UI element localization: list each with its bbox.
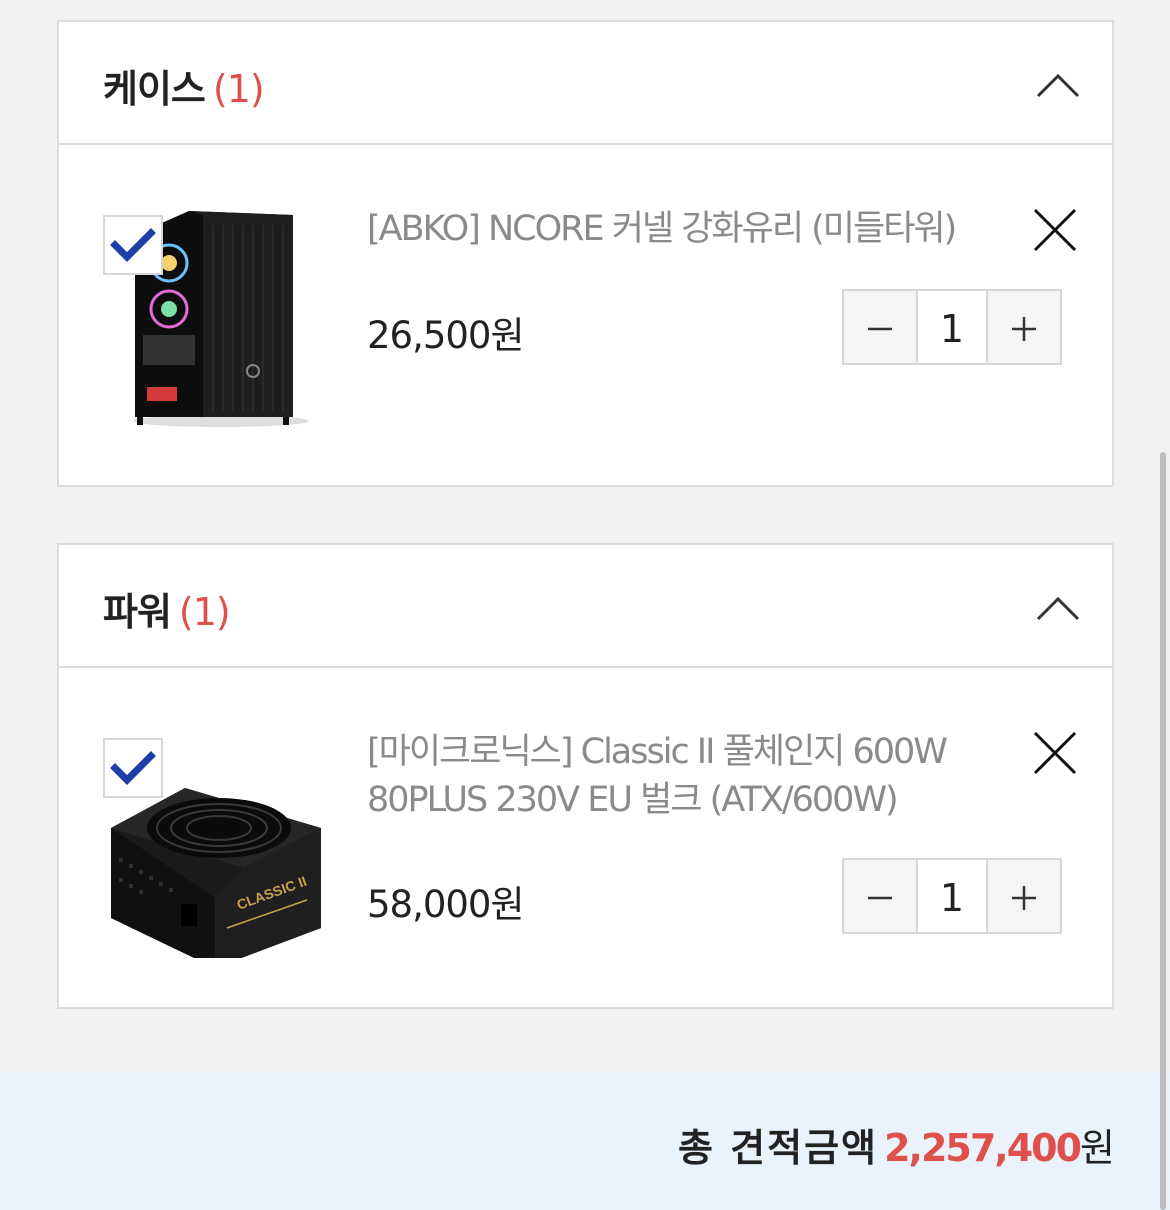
item-price: 58,000원 <box>367 883 525 926</box>
section-header[interactable]: 파워 (1) <box>59 545 1112 668</box>
decrease-quantity-button[interactable] <box>844 860 916 932</box>
section-count: (1) <box>178 590 231 634</box>
minus-icon <box>868 896 892 900</box>
chevron-up-icon[interactable] <box>1034 70 1082 100</box>
section-title-label: 케이스 <box>103 67 206 111</box>
section-title-label: 파워 <box>103 590 172 634</box>
section-header[interactable]: 케이스 (1) <box>59 22 1112 145</box>
close-icon[interactable] <box>1032 207 1078 253</box>
total-label: 총 견적금액 <box>677 1126 878 1170</box>
cart-item: [ABKO] NCORE 커넬 강화유리 (미들타워) 26,500원 1 <box>59 145 1112 485</box>
chevron-up-icon[interactable] <box>1034 593 1082 623</box>
item-checkbox[interactable] <box>103 215 163 275</box>
total-unit: 원 <box>1080 1126 1115 1170</box>
increase-quantity-button[interactable] <box>988 291 1060 363</box>
increase-quantity-button[interactable] <box>988 860 1060 932</box>
category-section-power: 파워 (1) CLASSIC II [마이크로닉스] Classic II 풀체… <box>57 543 1114 1009</box>
checkmark-icon <box>110 228 156 262</box>
item-name[interactable]: [ABKO] NCORE 커넬 강화유리 (미들타워) <box>367 205 987 253</box>
section-title: 케이스 (1) <box>103 58 265 113</box>
decrease-quantity-button[interactable] <box>844 291 916 363</box>
quantity-stepper: 1 <box>842 858 1062 934</box>
item-name[interactable]: [마이크로닉스] Classic II 풀체인지 600W 80PLUS 230… <box>367 728 987 824</box>
quantity-value[interactable]: 1 <box>916 291 988 363</box>
cart-item: CLASSIC II [마이크로닉스] Classic II 풀체인지 600W… <box>59 668 1112 1008</box>
category-section-case: 케이스 (1) [ABKO] NCORE 커넬 강화유리 (미들타워) 26,5… <box>57 20 1114 487</box>
checkmark-icon <box>110 751 156 785</box>
close-icon[interactable] <box>1032 730 1078 776</box>
quantity-value[interactable]: 1 <box>916 860 988 932</box>
item-checkbox[interactable] <box>103 738 163 798</box>
plus-icon <box>1012 886 1036 910</box>
section-count: (1) <box>212 67 265 111</box>
total-bar: 총 견적금액 2,257,400원 <box>0 1072 1170 1210</box>
section-title: 파워 (1) <box>103 581 231 636</box>
plus-icon <box>1012 317 1036 341</box>
total-value: 2,257,400원 <box>884 1117 1115 1172</box>
scrollbar[interactable] <box>1160 452 1166 1210</box>
minus-icon <box>868 327 892 331</box>
quantity-stepper: 1 <box>842 289 1062 365</box>
total-amount: 2,257,400 <box>884 1126 1082 1170</box>
item-price: 26,500원 <box>367 314 525 357</box>
